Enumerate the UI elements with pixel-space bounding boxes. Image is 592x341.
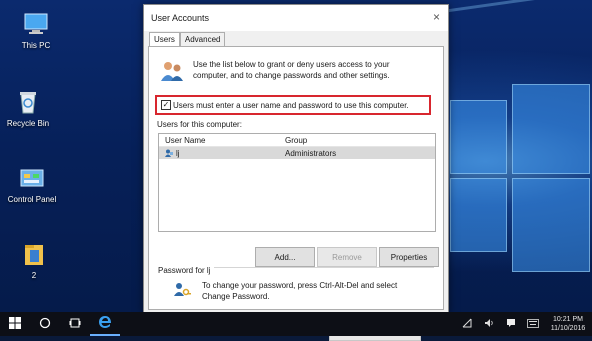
close-icon[interactable]: × [433, 10, 440, 24]
speaker-icon [484, 318, 494, 330]
search-circle-icon [39, 317, 51, 331]
control-panel-icon [19, 166, 45, 190]
key-user-icon [172, 280, 192, 300]
taskbar-clock[interactable]: 10:21 PM 11/10/2016 [544, 315, 592, 333]
folder-icon [21, 242, 47, 266]
edge-button[interactable] [90, 312, 120, 336]
action-center-icon [506, 318, 516, 330]
list-header: User Name Group [159, 134, 435, 147]
taskbar: 10:21 PM 11/10/2016 [0, 312, 592, 336]
users-for-computer-label: Users for this computer: [157, 120, 242, 129]
column-header-user-name[interactable]: User Name [159, 136, 279, 145]
properties-button[interactable]: Properties [379, 247, 439, 267]
edge-browser-icon [98, 315, 112, 331]
tab-advanced[interactable]: Advanced [179, 32, 226, 46]
password-instructions: To change your password, press Ctrl-Alt-… [202, 281, 398, 301]
task-view-icon [69, 317, 81, 331]
tray-volume-button[interactable] [478, 312, 500, 336]
wallpaper-pane [450, 178, 507, 252]
keyboard-icon [527, 318, 539, 330]
clock-date: 11/10/2016 [550, 325, 586, 332]
must-enter-password-row[interactable]: ✓ Users must enter a user name and passw… [155, 95, 431, 115]
column-header-group[interactable]: Group [279, 136, 425, 145]
desktop-icon-this-pc[interactable]: This PC [4, 12, 68, 50]
search-button[interactable] [30, 312, 60, 336]
desktop-icon-label: 2 [31, 271, 37, 280]
network-icon [462, 318, 472, 330]
desktop-icon-recycle-bin[interactable]: Recycle Bin [0, 90, 60, 128]
users-tab-panel: Use the list below to grant or deny user… [148, 46, 444, 341]
recycle-bin-icon [15, 90, 41, 114]
tab-users[interactable]: Users [149, 32, 180, 46]
system-tray: 10:21 PM 11/10/2016 [456, 312, 592, 336]
wallpaper-pane [512, 84, 590, 174]
wallpaper-pane [512, 178, 590, 272]
computer-icon [23, 12, 49, 36]
tray-network-button[interactable] [456, 312, 478, 336]
start-button[interactable] [0, 312, 30, 336]
desktop-icon-label: This PC [21, 41, 51, 50]
desktop-icon-label: Control Panel [7, 195, 57, 204]
desktop-icon-control-panel[interactable]: Control Panel [0, 166, 64, 204]
must-enter-password-label: Users must enter a user name and passwor… [173, 100, 409, 110]
users-listbox[interactable]: User Name Group lj Administrators [158, 133, 436, 232]
user-accounts-dialog: User Accounts × Users Advanced Use the l… [143, 4, 449, 341]
intro-text: Use the list below to grant or deny user… [193, 60, 390, 80]
table-row[interactable]: lj Administrators [159, 147, 435, 159]
dialog-title: User Accounts [151, 13, 210, 23]
clock-time: 10:21 PM [553, 316, 583, 323]
desktop-icon-label: Recycle Bin [6, 119, 50, 128]
add-button[interactable]: Add... [255, 247, 315, 267]
user-name-cell: lj [159, 149, 279, 158]
tab-strip: Users Advanced [149, 32, 226, 46]
user-name-text: lj [176, 148, 180, 158]
user-icon [165, 149, 173, 157]
wallpaper-pane [450, 100, 507, 174]
tray-notification-button[interactable] [500, 312, 522, 336]
users-icon [159, 59, 185, 83]
task-view-button[interactable] [60, 312, 90, 336]
dialog-titlebar[interactable]: User Accounts [144, 5, 448, 31]
password-group-label: Password for lj [158, 266, 215, 275]
remove-button[interactable]: Remove [317, 247, 377, 267]
must-enter-password-checkbox[interactable]: ✓ [161, 100, 171, 110]
password-group: Password for lj To change your password,… [158, 266, 434, 310]
desktop-icon-folder[interactable]: 2 [2, 242, 66, 280]
windows-logo-icon [9, 317, 21, 331]
tray-keyboard-button[interactable] [522, 312, 544, 336]
group-cell: Administrators [285, 148, 337, 158]
